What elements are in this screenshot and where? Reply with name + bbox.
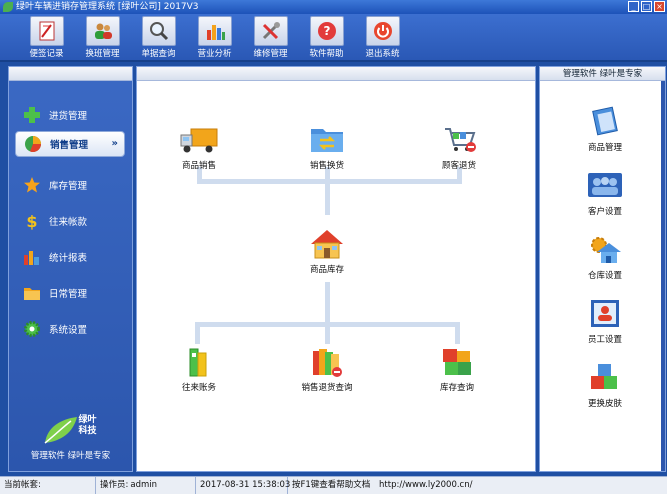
change-skin-button[interactable]: 更换皮肤 [570, 361, 640, 409]
main-toolbar: 便签记录 换班管理 单据查询 营业分析 维修管理 ? 软件帮助 退出系统 [0, 14, 667, 62]
status-operator: 操作员: admin [96, 477, 196, 494]
exchange-folder-icon [311, 129, 343, 152]
power-icon [373, 22, 392, 40]
leaf-logo-icon [44, 417, 77, 444]
brand-logo: 绿叶 科技 [41, 413, 101, 447]
toolbar-help-button[interactable]: ? 软件帮助 [304, 14, 349, 60]
notepad-icon [39, 21, 54, 41]
brand-block: 绿叶 科技 管理软件 绿叶是专家 [9, 413, 132, 461]
dollar-icon: $ [26, 212, 37, 230]
connector-line [197, 179, 462, 184]
toolbar-analysis-button[interactable]: 营业分析 [192, 14, 237, 60]
svg-text:$: $ [26, 212, 37, 230]
column-chart-icon [24, 251, 39, 265]
sidebar-item-inventory[interactable]: 库存管理 [9, 167, 132, 203]
warehouse-settings-button[interactable]: 仓库设置 [570, 233, 640, 281]
folder-icon [24, 288, 40, 300]
flow-stock-query-button[interactable]: 库存查询 [417, 345, 497, 393]
magnifier-icon [149, 22, 168, 41]
users-icon [94, 23, 112, 39]
connector-line [195, 322, 200, 344]
boxes-icon [443, 349, 471, 375]
ledger-icon [592, 106, 618, 136]
website-link[interactable]: http://www.ly2000.cn/ [379, 480, 472, 490]
gear-icon [24, 321, 40, 337]
house-icon [311, 230, 343, 259]
right-panel-header: 管理软件 绿叶是专家 [540, 67, 665, 81]
flow-accounts-button[interactable]: 往来账务 [159, 345, 239, 393]
window-controls: _ □ × [628, 1, 665, 12]
connector-line [325, 322, 330, 344]
center-top-strip [137, 67, 535, 81]
status-help: 按F1键查看帮助文档 http://www.ly2000.cn/ [288, 477, 667, 494]
flow-return-query-button[interactable]: 销售退货查询 [287, 345, 367, 393]
toolbar-query-button[interactable]: 单据查询 [136, 14, 181, 60]
connector-line [455, 322, 460, 344]
status-bar: 当前帐套: 操作员: admin 2017-08-31 15:38:03 按F1键… [0, 476, 667, 494]
maximize-button[interactable]: □ [641, 1, 652, 12]
sidebar-top-strip [9, 67, 132, 81]
brand-name-line1: 绿叶 [78, 415, 97, 425]
employee-icon [591, 300, 619, 327]
right-panel-scrollbar[interactable] [661, 81, 665, 471]
sidebar-item-reports[interactable]: 统计报表 [9, 239, 132, 275]
connector-line [325, 282, 330, 324]
minimize-button[interactable]: _ [628, 1, 639, 12]
sidebar: 进货管理 销售管理 » 库存管理 $ 往来帐款 统计报表 日常管理 系统设置 绿… [8, 66, 133, 472]
cubes-icon [591, 364, 617, 389]
product-management-button[interactable]: 商品管理 [570, 105, 640, 153]
flow-inventory-button[interactable]: 商品库存 [287, 227, 367, 275]
warehouse-icon [591, 237, 621, 263]
truck-icon [180, 128, 218, 153]
toolbar-exit-button[interactable]: 退出系统 [360, 14, 405, 60]
status-datetime: 2017-08-31 15:38:03 [196, 477, 290, 494]
close-button[interactable]: × [654, 1, 665, 12]
flow-customer-return-button[interactable]: 顾客退货 [419, 123, 499, 171]
brand-name-line2: 科技 [78, 426, 97, 436]
toolbar-shift-button[interactable]: 换班管理 [80, 14, 125, 60]
sidebar-item-purchase[interactable]: 进货管理 [9, 97, 132, 133]
help-icon: ? [317, 22, 336, 40]
flow-exchange-button[interactable]: 销售换货 [287, 123, 367, 171]
toolbar-notes-button[interactable]: 便签记录 [24, 14, 69, 60]
customers-icon [588, 173, 622, 197]
svg-text:?: ? [323, 24, 330, 38]
window-title: 绿叶车辆进销存管理系统 [绿叶公司] 2017V3 [16, 2, 199, 12]
sidebar-item-daily[interactable]: 日常管理 [9, 275, 132, 311]
books-icon [189, 348, 207, 377]
employee-settings-button[interactable]: 员工设置 [570, 297, 640, 345]
brand-slogan: 管理软件 绿叶是专家 [30, 451, 111, 461]
help-hint: 按F1键查看帮助文档 [292, 480, 371, 490]
flow-sales-button[interactable]: 商品销售 [159, 123, 239, 171]
app-leaf-icon [3, 2, 13, 12]
files-add-icon [313, 349, 342, 377]
sidebar-nav: 进货管理 销售管理 » 库存管理 $ 往来帐款 统计报表 日常管理 系统设置 [9, 81, 132, 347]
tools-icon [262, 22, 280, 40]
connector-line [325, 167, 330, 215]
sidebar-item-settings[interactable]: 系统设置 [9, 311, 132, 347]
sidebar-item-accounts[interactable]: $ 往来帐款 [9, 203, 132, 239]
customer-settings-button[interactable]: 客户设置 [570, 169, 640, 217]
pie-chart-icon [25, 136, 41, 152]
sales-flow-panel: 商品销售 销售换货 顾客退货 商品库存 往来账务 销售退货查询 库存查询 [136, 66, 536, 472]
sidebar-item-sales[interactable]: 销售管理 » [15, 131, 125, 157]
cart-return-icon [445, 128, 476, 152]
chevron-right-icon: » [111, 138, 118, 149]
quick-settings-panel: 管理软件 绿叶是专家 商品管理 客户设置 仓库设置 员工设置 更换皮肤 [539, 66, 666, 472]
toolbar-repair-button[interactable]: 维修管理 [248, 14, 293, 60]
status-account: 当前帐套: [0, 477, 96, 494]
bar-chart-icon [206, 25, 225, 40]
plus-icon [24, 107, 40, 123]
title-bar: 绿叶车辆进销存管理系统 [绿叶公司] 2017V3 _ □ × [0, 0, 667, 14]
star-icon [24, 177, 40, 193]
